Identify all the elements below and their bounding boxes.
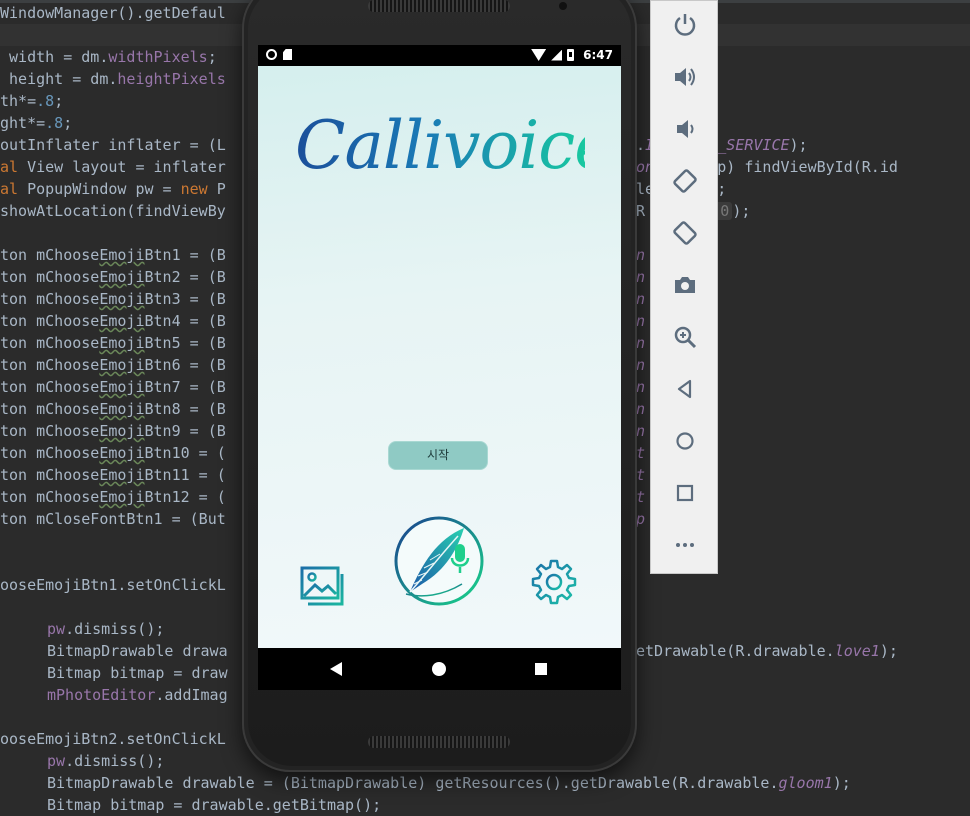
home-icon[interactable] bbox=[668, 424, 702, 458]
code-line: n bbox=[636, 334, 646, 352]
code-line: ton mChooseEmojiBtn4 = (B bbox=[0, 312, 226, 330]
code-line: BitmapDrawable drawable = (BitmapDrawabl… bbox=[47, 774, 851, 792]
code-line: t bbox=[636, 488, 646, 506]
code-line: ght*=.8; bbox=[0, 114, 73, 132]
code-line: ton mChooseEmojiBtn7 = (B bbox=[0, 378, 226, 396]
battery-icon bbox=[567, 49, 575, 61]
code-line: ton mCloseFontBtn1 = (But bbox=[0, 510, 226, 528]
code-line: etDrawable(R.drawable.love1); bbox=[636, 642, 898, 660]
code-line: ton mChooseEmojiBtn1 = (B bbox=[0, 246, 226, 264]
code-line: pw.dismiss(); bbox=[47, 620, 165, 638]
camera-icon[interactable] bbox=[668, 268, 702, 302]
code-line: ooseEmojiBtn1.setOnClickL bbox=[0, 576, 226, 594]
code-line: outInflater inflater = (L bbox=[0, 136, 226, 154]
navigation-bar bbox=[258, 648, 621, 690]
code-line: Bitmap bitmap = draw bbox=[47, 664, 228, 682]
back-icon[interactable] bbox=[668, 372, 702, 406]
code-line: pw.dismiss(); bbox=[47, 752, 165, 770]
code-line: ton mChooseEmojiBtn12 = ( bbox=[0, 488, 226, 506]
voice-record-button[interactable] bbox=[392, 514, 486, 612]
nav-recents-button[interactable] bbox=[535, 663, 547, 675]
code-line: al View layout = inflater bbox=[0, 158, 226, 176]
wifi-icon bbox=[531, 49, 547, 61]
code-line: ton mChooseEmojiBtn9 = (B bbox=[0, 422, 226, 440]
settings-gear-icon[interactable] bbox=[530, 558, 578, 610]
overview-icon[interactable] bbox=[668, 476, 702, 510]
code-line: ton mChooseEmojiBtn6 = (B bbox=[0, 356, 226, 374]
code-line: ton mChooseEmojiBtn3 = (B bbox=[0, 290, 226, 308]
code-line: width = dm.widthPixels; bbox=[0, 48, 217, 66]
code-line: n bbox=[636, 400, 646, 418]
code-line: n bbox=[636, 356, 646, 374]
nav-home-button[interactable] bbox=[432, 662, 446, 676]
code-line: ooseEmojiBtn2.setOnClickL bbox=[0, 730, 226, 748]
code-line: n bbox=[636, 312, 646, 330]
status-bar: 6:47 bbox=[258, 45, 621, 66]
code-line: th*=.8; bbox=[0, 92, 64, 110]
device-screen[interactable]: 6:47 Callivoice 시작 bbox=[258, 45, 621, 690]
app-logo: Callivoice bbox=[295, 107, 613, 184]
bottom-speaker-grille bbox=[368, 736, 510, 748]
sd-card-icon bbox=[283, 49, 292, 60]
volume-up-icon[interactable] bbox=[668, 60, 702, 94]
status-clock: 6:47 bbox=[583, 48, 613, 62]
app-main-screen: Callivoice 시작 bbox=[258, 66, 621, 648]
code-line: n bbox=[636, 422, 646, 440]
volume-down-icon[interactable] bbox=[668, 112, 702, 146]
code-line: mPhotoEditor.addImag bbox=[47, 686, 228, 704]
code-line: WindowManager().getDefaul bbox=[0, 4, 226, 22]
start-button[interactable]: 시작 bbox=[388, 441, 488, 470]
code-line: ton mChooseEmojiBtn10 = ( bbox=[0, 444, 226, 462]
more-icon[interactable] bbox=[668, 528, 702, 562]
power-icon[interactable] bbox=[668, 8, 702, 42]
nav-back-button[interactable] bbox=[330, 662, 342, 676]
code-line: n bbox=[636, 268, 646, 286]
code-line: n bbox=[636, 290, 646, 308]
code-line: al PopupWindow pw = new P bbox=[0, 180, 226, 198]
emulator-toolbar bbox=[650, 0, 718, 574]
notification-circle-icon bbox=[266, 49, 277, 60]
gallery-icon[interactable] bbox=[300, 566, 344, 610]
code-line: ton mChooseEmojiBtn5 = (B bbox=[0, 334, 226, 352]
zoom-icon[interactable] bbox=[668, 320, 702, 354]
code-line: t bbox=[636, 466, 646, 484]
code-line: n bbox=[636, 378, 646, 396]
code-line: n bbox=[636, 246, 646, 264]
code-line: t bbox=[636, 444, 646, 462]
code-line: BitmapDrawable drawa bbox=[47, 642, 228, 660]
code-line: ton mChooseEmojiBtn8 = (B bbox=[0, 400, 226, 418]
code-line: Bitmap bitmap = drawable.getBitmap(); bbox=[47, 796, 382, 814]
signal-icon bbox=[551, 49, 563, 61]
code-line: ton mChooseEmojiBtn11 = ( bbox=[0, 466, 226, 484]
top-speaker-grille bbox=[368, 0, 510, 12]
rotate-left-icon[interactable] bbox=[668, 164, 702, 198]
rotate-right-icon[interactable] bbox=[668, 216, 702, 250]
code-line: showAtLocation(findViewBy bbox=[0, 202, 226, 220]
code-line: p bbox=[636, 510, 646, 528]
code-line: ton mChooseEmojiBtn2 = (B bbox=[0, 268, 226, 286]
front-camera bbox=[559, 2, 567, 10]
code-line: height = dm.heightPixels bbox=[0, 70, 226, 88]
